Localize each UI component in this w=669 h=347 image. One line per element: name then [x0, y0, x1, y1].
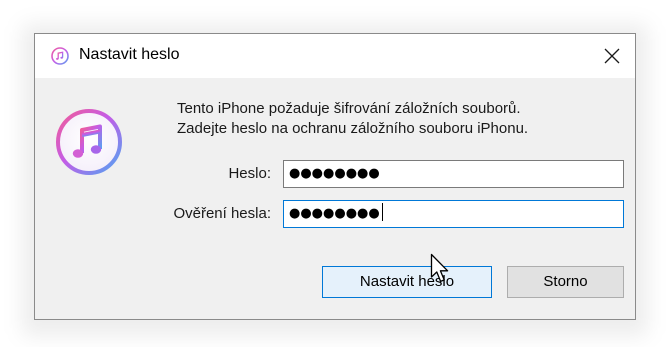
text-caret [381, 203, 383, 221]
itunes-icon [55, 108, 123, 176]
message-line-1: Tento iPhone požaduje šifrování záložníc… [177, 100, 521, 117]
screenshot-page: Nastavit heslo Tento iPhone požaduje šif… [0, 0, 669, 347]
dialog-message: Tento iPhone požaduje šifrování záložníc… [177, 99, 528, 139]
close-icon [604, 48, 620, 64]
message-line-2: Zadejte heslo na ochranu záložního soubo… [177, 120, 529, 137]
confirm-password-field[interactable]: ●●●●●●●● [283, 200, 624, 228]
set-password-button[interactable]: Nastavit heslo [322, 266, 492, 298]
confirm-password-value: ●●●●●●●● [289, 206, 380, 221]
mouse-pointer-icon [430, 253, 452, 287]
password-label: Heslo: [228, 165, 271, 182]
title-bar[interactable]: Nastavit heslo [35, 34, 635, 78]
window-title: Nastavit heslo [79, 46, 180, 63]
confirm-password-label: Ověření hesla: [173, 205, 271, 222]
close-button[interactable] [589, 34, 635, 78]
itunes-icon [51, 47, 69, 65]
password-field[interactable]: ●●●●●●●● [283, 160, 624, 188]
cancel-button[interactable]: Storno [507, 266, 624, 298]
set-password-dialog: Nastavit heslo Tento iPhone požaduje šif… [34, 33, 636, 320]
password-value: ●●●●●●●● [289, 166, 380, 181]
